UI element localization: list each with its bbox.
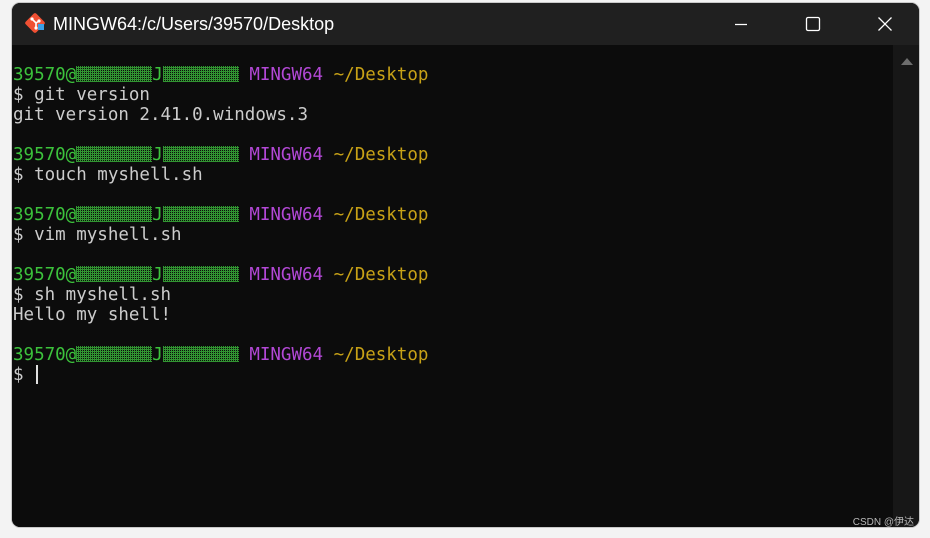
prompt-host-char: J: [152, 345, 163, 365]
maximize-icon: [805, 16, 821, 32]
close-icon: [878, 17, 892, 31]
prompt-host-char: J: [152, 65, 163, 85]
prompt-path: ~/Desktop: [333, 145, 429, 165]
redacted-host: [162, 206, 239, 222]
prompt-user: 39570@: [13, 265, 77, 285]
prompt-env: MINGW64: [249, 145, 324, 165]
prompt-line: 39570@ J MINGW64 ~/Desktop: [12, 205, 893, 225]
vertical-scrollbar[interactable]: [893, 45, 919, 527]
prompt-user: 39570@: [13, 145, 77, 165]
text-cursor: [36, 365, 39, 384]
terminal-output[interactable]: 39570@ J MINGW64 ~/Desktop $ git version …: [12, 45, 893, 527]
current-prompt: $: [13, 365, 35, 385]
prompt-line: 39570@ J MINGW64 ~/Desktop: [12, 345, 893, 365]
prompt-user: 39570@: [13, 65, 77, 85]
command-line: $ touch myshell.sh: [13, 165, 203, 185]
prompt-env: MINGW64: [249, 265, 324, 285]
redacted-host: [162, 66, 239, 82]
redacted-host: [76, 66, 153, 82]
prompt-env: MINGW64: [249, 205, 324, 225]
watermark: CSDN @伊达: [852, 517, 914, 528]
prompt-path: ~/Desktop: [333, 345, 429, 365]
redacted-host: [162, 346, 239, 362]
command-line: $ git version: [13, 85, 150, 105]
output-line: Hello my shell!: [13, 305, 172, 325]
redacted-host: [76, 146, 153, 162]
close-button[interactable]: [856, 3, 914, 45]
redacted-host: [76, 346, 153, 362]
prompt-host-char: J: [152, 265, 163, 285]
window-title: MINGW64:/c/Users/39570/Desktop: [53, 14, 335, 34]
maximize-button[interactable]: [784, 3, 842, 45]
prompt-user: 39570@: [13, 345, 77, 365]
minimize-button[interactable]: [712, 3, 770, 45]
prompt-user: 39570@: [13, 205, 77, 225]
prompt-path: ~/Desktop: [333, 65, 429, 85]
input-line[interactable]: $: [12, 365, 893, 385]
scroll-up-arrow-icon[interactable]: [901, 58, 913, 65]
prompt-path: ~/Desktop: [333, 265, 429, 285]
prompt-env: MINGW64: [249, 345, 324, 365]
command-line: $ sh myshell.sh: [13, 285, 172, 305]
prompt-line: 39570@ J MINGW64 ~/Desktop: [12, 145, 893, 165]
title-bar[interactable]: MINGW64:/c/Users/39570/Desktop: [12, 3, 919, 45]
prompt-path: ~/Desktop: [333, 205, 429, 225]
redacted-host: [162, 266, 239, 282]
prompt-line: 39570@ J MINGW64 ~/Desktop: [12, 265, 893, 285]
git-bash-icon: [24, 12, 46, 34]
command-line: $ vim myshell.sh: [13, 225, 182, 245]
prompt-host-char: J: [152, 205, 163, 225]
prompt-host-char: J: [152, 145, 163, 165]
redacted-host: [162, 146, 239, 162]
prompt-env: MINGW64: [249, 65, 324, 85]
minimize-icon: [735, 23, 747, 26]
output-line: git version 2.41.0.windows.3: [13, 105, 309, 125]
prompt-line: 39570@ J MINGW64 ~/Desktop: [12, 65, 893, 85]
redacted-host: [76, 206, 153, 222]
redacted-host: [76, 266, 153, 282]
terminal-window: MINGW64:/c/Users/39570/Desktop 39570@ J M…: [12, 3, 919, 527]
